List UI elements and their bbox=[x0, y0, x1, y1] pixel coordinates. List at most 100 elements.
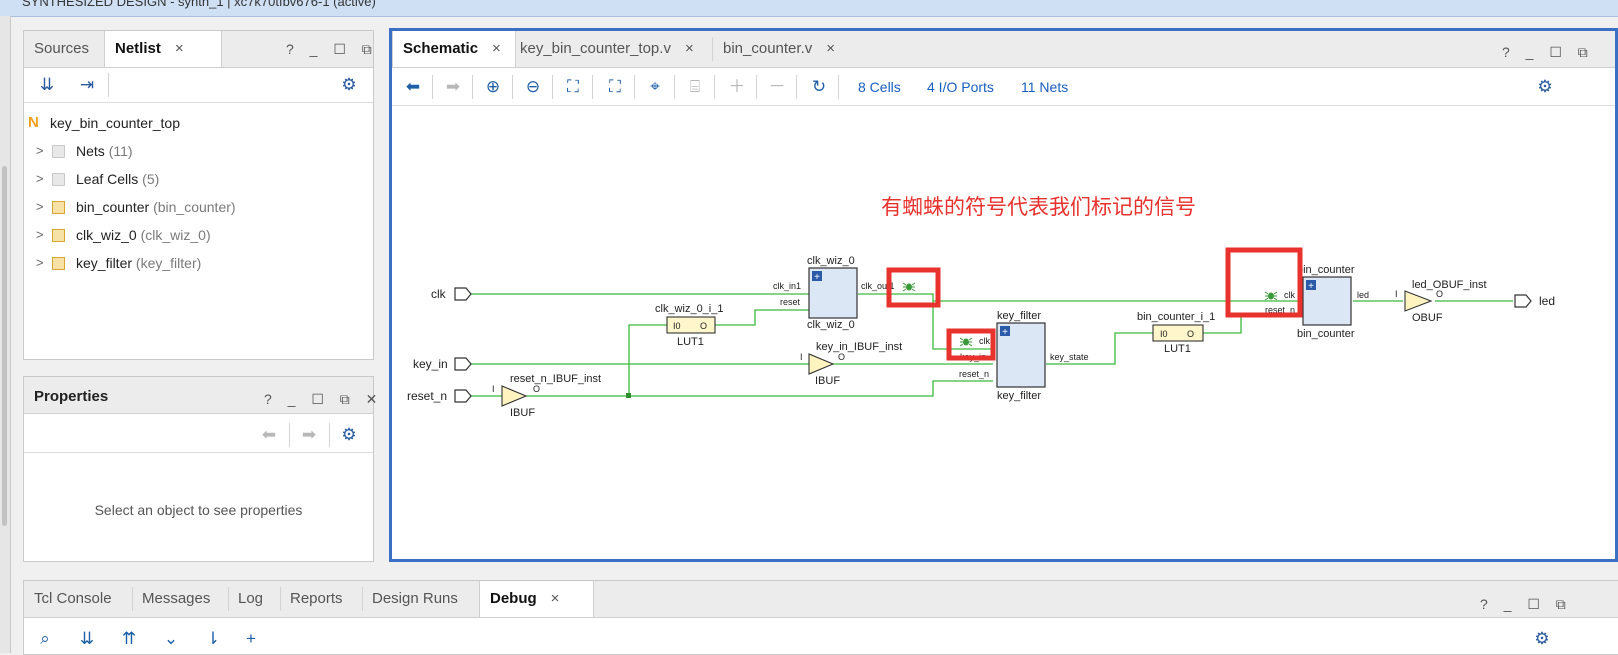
chevron-right-icon[interactable]: > bbox=[36, 221, 44, 249]
tree-root-label: key_bin_counter_top bbox=[50, 115, 180, 131]
folder-icon bbox=[52, 173, 65, 186]
gear-icon[interactable]: ⚙ bbox=[336, 422, 362, 448]
properties-title: Properties bbox=[34, 388, 109, 405]
obuf-pin-i: I bbox=[1395, 289, 1398, 299]
left-edge-scrollbar[interactable] bbox=[0, 16, 11, 653]
forward-arrow-icon[interactable]: ➡ bbox=[296, 422, 322, 448]
lut-clk-pin-o: O bbox=[700, 321, 707, 331]
tree-item-nets[interactable]: > Nets (11) bbox=[24, 137, 373, 165]
tab-design-runs[interactable]: Design Runs bbox=[362, 581, 468, 617]
gear-icon[interactable]: ⚙ bbox=[336, 72, 362, 98]
bin-counter-pin-clk: clk bbox=[1284, 290, 1295, 300]
expand-plus-glyph: + bbox=[814, 272, 820, 283]
annotation-text: 有蜘蛛的符号代表我们标记的信号 bbox=[881, 196, 1196, 219]
gear-icon[interactable]: ⚙ bbox=[1529, 626, 1555, 652]
scrollbar-thumb[interactable] bbox=[2, 166, 7, 526]
properties-toolbar: ⬅ ➡ ⚙ bbox=[24, 418, 373, 453]
collapse-all-icon[interactable]: ⇊ bbox=[74, 626, 100, 652]
bin-counter-name: bin_counter bbox=[1297, 264, 1355, 276]
chevron-right-icon[interactable]: > bbox=[36, 249, 44, 277]
port-led-icon[interactable] bbox=[1514, 294, 1532, 308]
wire-lut-to-reset[interactable] bbox=[715, 309, 809, 326]
spider-icon bbox=[902, 282, 916, 292]
port-reset-n-icon[interactable] bbox=[454, 389, 472, 403]
debug-markers bbox=[902, 282, 1278, 347]
bottom-toolbar: ⌕ ⇊ ⇈ ⌄ ⇂ + ⚙ bbox=[24, 618, 1618, 654]
expand-all-icon[interactable]: ⇥ bbox=[74, 72, 100, 98]
key-ibuf-name: key_in_IBUF_inst bbox=[816, 341, 902, 353]
search-icon[interactable]: ⌕ bbox=[32, 626, 58, 652]
window-title: SYNTHESIZED DESIGN - synth_1 | xc7k70tfb… bbox=[22, 0, 376, 9]
clk-wiz-name: clk_wiz_0 bbox=[807, 255, 855, 267]
tree-item-clk-wiz[interactable]: > clk_wiz_0 (clk_wiz_0) bbox=[24, 221, 373, 249]
schematic-canvas[interactable]: 有蜘蛛的符号代表我们标记的信号 clk key_in reset_n led +… bbox=[392, 31, 1615, 559]
chevron-down-icon[interactable]: ⌄ bbox=[158, 626, 184, 652]
netlist-tree: N key_bin_counter_top > Nets (11) > Leaf… bbox=[24, 109, 373, 349]
close-icon[interactable]: × bbox=[175, 40, 184, 57]
properties-empty-message: Select an object to see properties bbox=[94, 502, 303, 518]
netlist-window-controls[interactable]: ? _ ☐ ⧉ bbox=[286, 41, 378, 58]
reset-ibuf-type: IBUF bbox=[510, 407, 535, 419]
bin-counter-type: bin_counter bbox=[1297, 328, 1355, 340]
collapse-all-icon[interactable]: ⇊ bbox=[34, 72, 60, 98]
expand-all-icon[interactable]: ⇈ bbox=[116, 626, 142, 652]
reset-ibuf-pin-o: O bbox=[533, 384, 540, 394]
properties-window-controls[interactable]: ? _ ☐ ⧉ ✕ bbox=[264, 391, 383, 408]
lut-bin-pin-o: O bbox=[1187, 329, 1194, 339]
tree-root[interactable]: N key_bin_counter_top bbox=[24, 109, 373, 137]
clk-wiz-pin-reset: reset bbox=[780, 297, 801, 307]
bottom-window-controls[interactable]: ? _ ☐ ⧉ bbox=[1480, 596, 1572, 613]
tab-messages[interactable]: Messages bbox=[132, 581, 220, 617]
chevron-right-icon[interactable]: > bbox=[36, 193, 44, 221]
key-ibuf-type: IBUF bbox=[815, 375, 840, 387]
key-filter-pin-reset: reset_n bbox=[959, 369, 989, 379]
buffer-triangle-icon[interactable] bbox=[808, 353, 835, 375]
tab-debug[interactable]: Debug × bbox=[479, 581, 594, 617]
link-icon[interactable]: ⇂ bbox=[200, 626, 226, 652]
cell-icon bbox=[52, 257, 65, 270]
bin-counter-pin-out: led bbox=[1357, 290, 1369, 300]
spider-icon bbox=[959, 337, 973, 347]
lut-clk-name: clk_wiz_0_i_1 bbox=[655, 303, 723, 315]
toolbar-divider bbox=[329, 423, 330, 447]
netlist-badge-icon: N bbox=[28, 114, 39, 131]
buffer-triangle-icon[interactable] bbox=[1404, 290, 1433, 312]
properties-panel: Properties ? _ ☐ ⧉ ✕ ⬅ ➡ ⚙ Select an obj… bbox=[23, 376, 377, 562]
back-arrow-icon[interactable]: ⬅ bbox=[256, 422, 282, 448]
tab-reports[interactable]: Reports bbox=[280, 581, 353, 617]
wire-lut-to-counter-reset[interactable] bbox=[1203, 315, 1299, 334]
obuf-pin-o: O bbox=[1436, 289, 1443, 299]
cell-clk-wiz-0[interactable]: + clk_wiz_0 clk_wiz_0 clk_in1 reset clk_… bbox=[773, 255, 895, 331]
lut-clk-pin-i: I0 bbox=[673, 321, 681, 331]
tree-item-leaf-cells[interactable]: > Leaf Cells (5) bbox=[24, 165, 373, 193]
lut-bin-pin-i: I0 bbox=[1160, 329, 1168, 339]
net-junction bbox=[626, 393, 631, 398]
port-clk-label: clk bbox=[431, 287, 447, 301]
chevron-right-icon[interactable]: > bbox=[36, 165, 44, 193]
folder-icon bbox=[52, 145, 65, 158]
wire-reset-to-lut[interactable] bbox=[628, 324, 667, 396]
tree-item-key-filter[interactable]: > key_filter (key_filter) bbox=[24, 249, 373, 277]
port-key-in-icon[interactable] bbox=[454, 357, 472, 371]
add-icon[interactable]: + bbox=[238, 626, 264, 652]
expand-plus-glyph: + bbox=[1002, 327, 1008, 338]
buffer-triangle-icon[interactable] bbox=[501, 385, 528, 407]
close-icon[interactable]: × bbox=[551, 590, 560, 607]
port-reset-n-label: reset_n bbox=[407, 389, 447, 403]
key-filter-pin-out: key_state bbox=[1050, 352, 1089, 362]
tab-log[interactable]: Log bbox=[228, 581, 273, 617]
key-filter-name: key_filter bbox=[997, 310, 1041, 322]
tab-sources[interactable]: Sources bbox=[24, 31, 99, 67]
tree-item-bin-counter[interactable]: > bin_counter (bin_counter) bbox=[24, 193, 373, 221]
tab-tcl-console[interactable]: Tcl Console bbox=[24, 581, 122, 617]
title-bar: SYNTHESIZED DESIGN - synth_1 | xc7k70tfb… bbox=[0, 0, 1618, 17]
chevron-right-icon[interactable]: > bbox=[36, 137, 44, 165]
properties-header: Properties ? _ ☐ ⧉ ✕ bbox=[24, 377, 377, 414]
tab-netlist[interactable]: Netlist × bbox=[104, 31, 222, 67]
bottom-tabstrip: Tcl Console Messages Log Reports Design … bbox=[24, 581, 1618, 618]
port-clk-icon[interactable] bbox=[454, 287, 472, 301]
cell-bin-counter[interactable]: + bin_counter bin_counter clk reset_n le… bbox=[1265, 264, 1369, 340]
port-key-in-label: key_in bbox=[413, 357, 448, 371]
obuf-name: led_OBUF_inst bbox=[1412, 279, 1487, 291]
clk-wiz-pin-in: clk_in1 bbox=[773, 281, 801, 291]
